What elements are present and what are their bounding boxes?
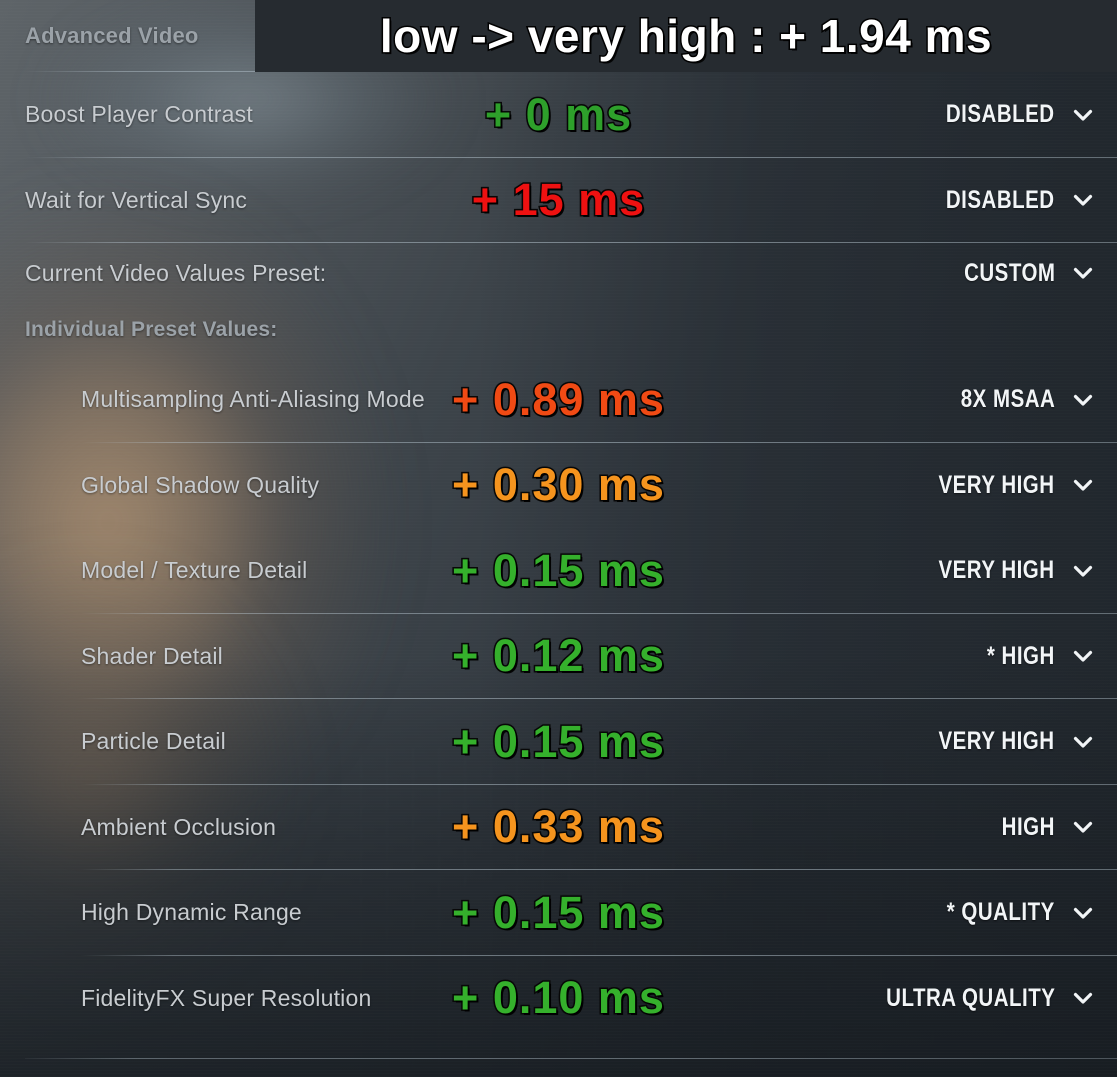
setting-value: VERY HIGH [938,556,1055,585]
chevron-down-icon[interactable] [1071,815,1095,839]
setting-row-multisampling-anti-aliasing-mode[interactable]: Multisampling Anti-Aliasing Mode + 0.89 m… [0,357,1117,443]
setting-value: DISABLED [946,185,1055,214]
current-video-values-preset-row[interactable]: Current Video Values Preset: CUSTOM [0,243,1117,303]
setting-value: * QUALITY [946,898,1055,927]
latency-delta-overlay: + 0.15 ms [451,543,666,597]
setting-value: * HIGH [987,641,1055,670]
setting-control-boost-player-contrast[interactable]: DISABLED [922,100,1095,129]
chevron-down-icon[interactable] [1071,986,1095,1010]
latency-delta-overlay: + 0.10 ms [451,971,666,1025]
setting-row-high-dynamic-range[interactable]: High Dynamic Range + 0.15 ms * QUALITY [0,870,1117,956]
setting-control-shader-detail[interactable]: * HIGH [972,642,1095,671]
current-video-values-preset-control[interactable]: CUSTOM [944,259,1095,288]
setting-value: 8X MSAA [960,385,1055,414]
setting-label-shader-detail: Shader Detail [81,642,223,669]
latency-delta-overlay: + 0 ms [483,87,633,141]
setting-row-fidelityfx-super-resolution[interactable]: FidelityFX Super Resolution + 0.10 ms ULTR… [0,956,1117,1042]
setting-row-wait-for-vertical-sync[interactable]: Wait for Vertical Sync + 15 ms DISABLED [0,158,1117,243]
chevron-down-icon[interactable] [1071,559,1095,583]
setting-value: VERY HIGH [938,470,1055,499]
bottom-divider [25,1058,1117,1059]
chevron-down-icon[interactable] [1071,188,1095,212]
setting-row-model-texture-detail[interactable]: Model / Texture Detail + 0.15 ms VERY HIGH [0,528,1117,614]
individual-preset-values-heading: Individual Preset Values: [0,303,1117,357]
chevron-down-icon[interactable] [1071,473,1095,497]
setting-label-high-dynamic-range: High Dynamic Range [81,899,302,926]
setting-label-model-texture-detail: Model / Texture Detail [81,557,308,584]
advanced-video-panel: Advanced Video Boost Player Contrast + 0 … [0,0,1117,1077]
latency-delta-overlay: + 0.15 ms [451,885,666,939]
latency-delta-overlay: + 0.15 ms [451,714,666,768]
setting-row-shader-detail[interactable]: Shader Detail + 0.12 ms * HIGH [0,614,1117,699]
settings-screen: Advanced Video Boost Player Contrast + 0 … [0,0,1117,1077]
settings-rows: Boost Player Contrast + 0 ms DISABLED Wait … [0,72,1117,1041]
setting-control-particle-detail[interactable]: VERY HIGH [913,727,1095,756]
setting-control-model-texture-detail[interactable]: VERY HIGH [913,556,1095,585]
chevron-down-icon[interactable] [1071,644,1095,668]
setting-value: VERY HIGH [938,727,1055,756]
setting-control-global-shadow-quality[interactable]: VERY HIGH [913,471,1095,500]
latency-delta-overlay: + 0.33 ms [451,800,666,854]
current-video-values-preset-label: Current Video Values Preset: [25,259,327,286]
chevron-down-icon[interactable] [1071,388,1095,412]
setting-value: DISABLED [946,100,1055,129]
setting-row-boost-player-contrast[interactable]: Boost Player Contrast + 0 ms DISABLED [0,72,1117,158]
setting-control-fidelityfx-super-resolution[interactable]: ULTRA QUALITY [849,984,1095,1013]
latency-delta-overlay: + 0.12 ms [451,629,666,683]
page-title: Advanced Video [25,23,199,48]
comparison-banner-text: low -> very high : + 1.94 ms [378,9,993,64]
setting-control-wait-for-vertical-sync[interactable]: DISABLED [922,186,1095,215]
setting-value: ULTRA QUALITY [885,983,1055,1012]
setting-label-multisampling-anti-aliasing-mode: Multisampling Anti-Aliasing Mode [81,386,425,413]
setting-value: CUSTOM [963,258,1055,287]
comparison-banner: low -> very high : + 1.94 ms [255,0,1117,72]
chevron-down-icon[interactable] [1071,901,1095,925]
setting-label-ambient-occlusion: Ambient Occlusion [81,813,277,840]
setting-row-ambient-occlusion[interactable]: Ambient Occlusion + 0.33 ms HIGH [0,785,1117,870]
setting-label-particle-detail: Particle Detail [81,728,226,755]
setting-row-particle-detail[interactable]: Particle Detail + 0.15 ms VERY HIGH [0,699,1117,785]
setting-label-boost-player-contrast: Boost Player Contrast [25,101,253,128]
setting-row-global-shadow-quality[interactable]: Global Shadow Quality + 0.30 ms VERY HIGH [0,443,1117,529]
chevron-down-icon[interactable] [1071,730,1095,754]
chevron-down-icon[interactable] [1071,103,1095,127]
chevron-down-icon[interactable] [1071,261,1095,285]
setting-control-high-dynamic-range[interactable]: * QUALITY [923,898,1095,927]
setting-control-multisampling-anti-aliasing-mode[interactable]: 8X MSAA [940,385,1095,414]
setting-control-ambient-occlusion[interactable]: HIGH [990,813,1095,842]
latency-delta-overlay: + 0.89 ms [451,372,666,426]
setting-label-global-shadow-quality: Global Shadow Quality [81,471,320,498]
setting-value: HIGH [1001,812,1055,841]
latency-delta-overlay: + 15 ms [470,173,646,227]
latency-delta-overlay: + 0.30 ms [451,458,666,512]
setting-label-wait-for-vertical-sync: Wait for Vertical Sync [25,186,248,213]
individual-preset-values-label: Individual Preset Values: [25,318,278,341]
setting-label-fidelityfx-super-resolution: FidelityFX Super Resolution [81,984,372,1011]
